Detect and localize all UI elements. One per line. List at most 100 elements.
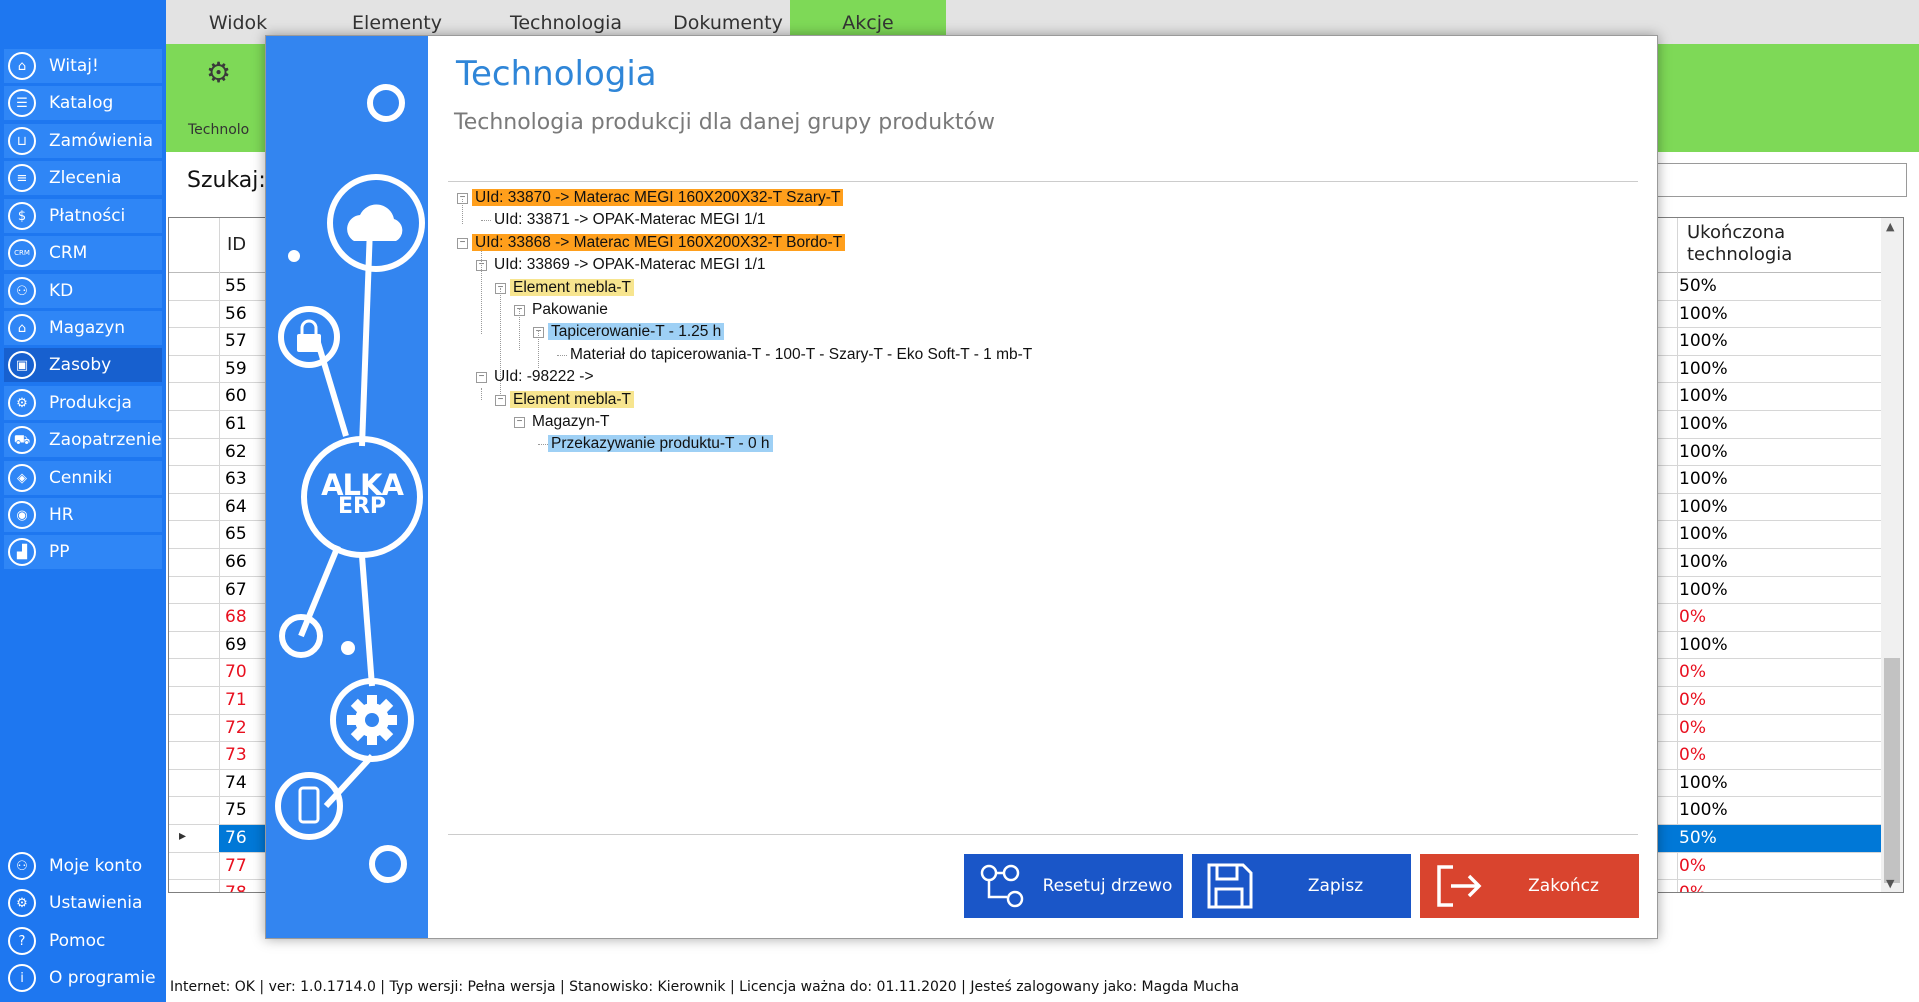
tree-connector [538,444,548,446]
sidebar-item-label: Pomoc [49,931,106,951]
reset-tree-icon [972,856,1032,916]
cell-completed: 0% [1679,745,1706,766]
cell-completed: 0% [1679,717,1706,738]
sidebar-item-kd[interactable]: ⚇ KD [4,274,162,308]
sidebar-item-crm[interactable]: CRM CRM [4,236,162,270]
list-icon: ≡ [8,164,36,192]
finish-button[interactable]: Zakończ [1420,854,1639,918]
scroll-up-icon[interactable]: ▲ [1886,220,1894,233]
tree-node[interactable]: UId: 33868 -> Materac MEGI 160X200X32-T … [472,233,846,253]
cell-id: 60 [225,386,247,407]
cell-id: 71 [225,690,247,710]
sidebar-item-hr[interactable]: ◉ HR [4,498,162,532]
cell-completed: 0% [1679,662,1706,683]
save-button[interactable]: Zapisz [1192,854,1411,918]
tree-connector [462,199,463,224]
sidebar-item-p-atno-ci[interactable]: $ Płatności [4,199,162,233]
cell-completed: 100% [1679,441,1728,462]
cell-id: 74 [225,772,247,793]
cell-id: 66 [225,552,247,572]
tree-node[interactable]: UId: 33870 -> Materac MEGI 160X200X32-T … [472,188,844,208]
collapse-toggle-icon[interactable]: − [476,372,487,384]
sidebar-item-label: Płatności [49,206,126,226]
sidebar-item-moje-konto[interactable]: ⚇ Moje konto [4,849,162,883]
production-icon: ⚙ [8,389,36,417]
sidebar-item-magazyn[interactable]: ⌂ Magazyn [4,311,162,345]
sidebar-item-zlecenia[interactable]: ≡ Zlecenia [4,161,162,195]
crm-icon: CRM [8,239,36,267]
tree-node[interactable]: Przekazywanie produktu-T - 0 h [548,434,773,454]
sidebar-item-o-programie[interactable]: i O programie [4,961,162,995]
dollar-icon: $ [8,202,36,230]
tree-node[interactable]: UId: -98222 -> [491,367,597,387]
tree-node-label: UId: 33869 -> OPAK-Materac MEGI 1/1 [494,256,766,274]
sidebar-item-zasoby[interactable]: ▣ Zasoby [4,348,162,382]
cell-id: 59 [225,358,247,379]
column-header-completed[interactable]: Ukończona technologia [1687,222,1837,276]
cell-completed: 100% [1679,634,1728,655]
cart-icon: ⊔ [8,127,36,155]
finish-label: Zakończ [1528,876,1599,896]
sidebar-item-pp[interactable]: ▟ PP [4,535,162,569]
sidebar-item-produkcja[interactable]: ⚙ Produkcja [4,386,162,420]
cell-id: 75 [225,800,247,821]
tree-node[interactable]: UId: 33869 -> OPAK-Materac MEGI 1/1 [491,255,769,275]
search-input[interactable] [1655,163,1907,197]
tree-node-label: UId: 33868 -> Materac MEGI 160X200X32-T … [472,233,846,251]
cell-id: 55 [225,276,247,296]
cell-id: 62 [225,441,247,462]
sidebar-item-label: Zlecenia [49,168,122,188]
row-selector-arrow-icon: ▸ [179,828,187,844]
tree-node-label: Pakowanie [532,301,608,318]
cell-completed: 100% [1679,524,1728,545]
cell-completed: 50% [1679,828,1717,848]
sidebar-item-label: Ustawienia [49,893,143,913]
sidebar-item-witaj-[interactable]: ⌂ Witaj! [4,49,162,83]
ribbon-technology-button[interactable]: ⚙ Technolo [188,52,254,144]
sidebar-item-label: HR [49,505,74,525]
cell-id: 65 [225,524,247,545]
cell-id: 72 [225,717,247,738]
sidebar-item-cenniki[interactable]: ◈ Cenniki [4,461,162,495]
scrollbar-thumb[interactable] [1884,658,1900,883]
tree-node-label: Tapicerowanie-T - 1.25 h [548,323,725,341]
cell-completed: 100% [1679,358,1728,379]
tree-node[interactable]: Pakowanie [529,300,611,320]
tree-connector [538,330,539,368]
tree-node[interactable]: Element mebla-T [510,390,635,410]
gears-icon: ⚙ [206,56,232,89]
sidebar-item-label: Produkcja [49,393,132,413]
tree-connector [481,248,482,334]
cell-id: 61 [225,414,247,434]
sidebar-item-zam-wienia[interactable]: ⊔ Zamówienia [4,124,162,158]
cell-id: 78 [225,883,247,892]
collapse-toggle-icon[interactable]: − [514,417,525,428]
scroll-down-icon[interactable]: ▼ [1886,877,1894,890]
cell-completed: 100% [1679,386,1728,407]
cell-completed: 100% [1679,772,1728,793]
ribbon-button-label: Technolo [188,122,250,138]
grid-scrollbar[interactable]: ▲ ▼ [1881,218,1903,892]
tree-node-label: UId: -98222 -> [494,368,594,386]
tree-node[interactable]: Materiał do tapicerowania-T - 100-T - Sz… [567,345,1035,365]
sidebar-item-zaopatrzenie[interactable]: ⛟ Zaopatrzenie [4,423,162,457]
collapse-toggle-icon[interactable]: − [457,237,468,249]
sidebar-item-ustawienia[interactable]: ⚙ Ustawienia [4,886,162,920]
tree-node-label: UId: 33870 -> Materac MEGI 160X200X32-T … [472,189,844,206]
cell-completed: 100% [1679,552,1728,572]
reset-tree-button[interactable]: Resetuj drzewo [964,854,1183,918]
cell-completed: 100% [1679,469,1728,490]
sidebar-item-katalog[interactable]: ☰ Katalog [4,86,162,120]
tree-node[interactable]: UId: 33871 -> OPAK-Materac MEGI 1/1 [491,210,769,230]
cell-completed: 0% [1679,690,1706,710]
sidebar-item-label: Zasoby [49,355,112,375]
tree-node[interactable]: Tapicerowanie-T - 1.25 h [548,322,725,342]
sidebar-item-pomoc[interactable]: ? Pomoc [4,924,162,958]
search-label: Szukaj: [187,168,266,193]
collapse-toggle-icon[interactable]: − [495,394,506,406]
logo-text-erp: ERP [337,494,387,519]
account-icon: ⚇ [8,852,36,880]
tree-node[interactable]: Element mebla-T [510,278,635,298]
tree-node[interactable]: Magazyn-T [529,412,613,432]
cell-id: 73 [225,745,247,766]
